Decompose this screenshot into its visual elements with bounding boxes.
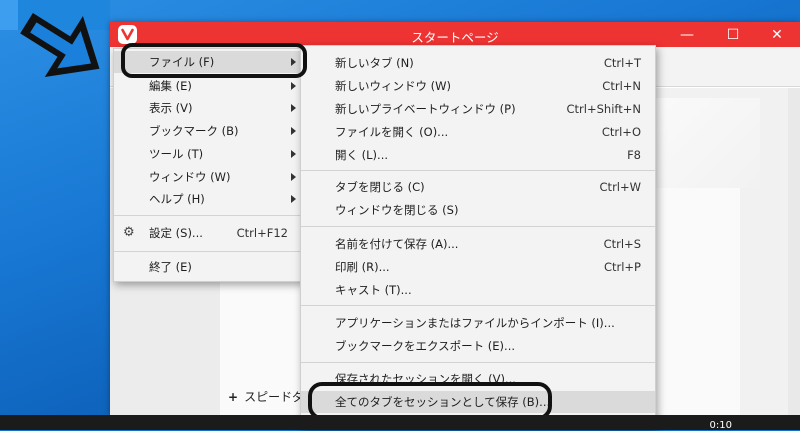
menu-item-label: ブックマーク (B) <box>149 124 239 138</box>
menu-item-export-bookmarks[interactable]: ブックマークをエクスポート (E)... <box>301 335 655 357</box>
gear-icon: ⚙ <box>123 225 135 240</box>
menu-item-shortcut: Ctrl+P <box>603 260 641 274</box>
menu-item-shortcut: Ctrl+S <box>603 237 641 251</box>
menu-item-print[interactable]: 印刷 (R)... Ctrl+P <box>301 256 655 278</box>
submenu-arrow-icon <box>291 195 296 203</box>
plus-icon: + <box>228 390 239 404</box>
menu-item-exit[interactable]: 終了 (E) <box>114 256 302 278</box>
menu-item-shortcut: Ctrl+W <box>599 180 641 194</box>
menu-item-label: キャスト (T)... <box>335 283 412 297</box>
annotation-arrow-icon <box>20 13 100 78</box>
menu-item-settings[interactable]: ⚙ 設定 (S)... Ctrl+F12 <box>114 222 302 244</box>
menu-item-label: 新しいウィンドウ (W) <box>335 79 451 93</box>
menu-item-open[interactable]: 開く (L)... F8 <box>301 144 655 166</box>
menu-item-label: 終了 (E) <box>149 260 192 274</box>
menu-item-label: ウィンドウを閉じる (S) <box>335 203 459 217</box>
close-button[interactable]: ✕ <box>754 22 800 47</box>
menu-item-close-window[interactable]: ウィンドウを閉じる (S) <box>301 199 655 221</box>
menu-item-label: 新しいプライベートウィンドウ (P) <box>335 102 516 116</box>
menu-item-tools[interactable]: ツール (T) <box>114 143 302 165</box>
minimize-button[interactable]: — <box>664 22 710 47</box>
taskbar: 0:10 <box>0 415 800 431</box>
submenu-arrow-icon <box>291 82 296 90</box>
menu-item-shortcut: Ctrl+Shift+N <box>566 102 641 116</box>
menu-item-view[interactable]: 表示 (V) <box>114 97 302 119</box>
submenu-arrow-icon <box>291 150 296 158</box>
menu-separator <box>301 305 655 306</box>
menu-item-label: ツール (T) <box>149 147 204 161</box>
menu-separator <box>301 226 655 227</box>
main-menu: ファイル (F) 編集 (E) 表示 (V) ブックマーク (B) ツール (T… <box>113 48 303 282</box>
menu-separator <box>301 362 655 363</box>
menu-item-label: 表示 (V) <box>149 101 193 115</box>
menu-item-label: 編集 (E) <box>149 79 192 93</box>
submenu-arrow-icon <box>291 127 296 135</box>
menu-separator <box>114 215 302 216</box>
menu-item-label: ファイルを開く (O)... <box>335 125 449 139</box>
menu-item-save-as[interactable]: 名前を付けて保存 (A)... Ctrl+S <box>301 233 655 255</box>
menu-item-new-window[interactable]: 新しいウィンドウ (W) Ctrl+N <box>301 75 655 97</box>
menu-item-edit[interactable]: 編集 (E) <box>114 75 302 97</box>
menu-item-label: ヘルプ (H) <box>149 192 205 206</box>
submenu-arrow-icon <box>291 173 296 181</box>
menu-item-new-tab[interactable]: 新しいタブ (N) Ctrl+T <box>301 52 655 74</box>
vertical-scrollbar[interactable] <box>788 88 800 415</box>
menu-item-help[interactable]: ヘルプ (H) <box>114 188 302 210</box>
annotation-highlight-file <box>121 43 307 78</box>
menu-item-cast[interactable]: キャスト (T)... <box>301 279 655 301</box>
menu-item-shortcut: Ctrl+T <box>603 56 641 70</box>
menu-item-label: 開く (L)... <box>335 148 389 162</box>
menu-item-shortcut: Ctrl+F12 <box>236 226 288 240</box>
menu-item-window[interactable]: ウィンドウ (W) <box>114 166 302 188</box>
maximize-button[interactable]: ☐ <box>710 22 756 47</box>
taskbar-clock[interactable]: 0:10 <box>710 420 732 431</box>
menu-item-label: 新しいタブ (N) <box>335 56 414 70</box>
menu-item-label: 設定 (S)... <box>149 226 203 240</box>
menu-separator <box>301 170 655 171</box>
menu-item-label: ブックマークをエクスポート (E)... <box>335 339 516 353</box>
menu-item-new-private-window[interactable]: 新しいプライベートウィンドウ (P) Ctrl+Shift+N <box>301 98 655 120</box>
menu-item-label: アプリケーションまたはファイルからインポート (I)... <box>335 316 615 330</box>
menu-item-shortcut: F8 <box>627 148 641 162</box>
menu-item-shortcut: Ctrl+O <box>601 125 641 139</box>
menu-separator <box>114 251 302 252</box>
submenu-arrow-icon <box>291 104 296 112</box>
menu-item-open-file[interactable]: ファイルを開く (O)... Ctrl+O <box>301 121 655 143</box>
menu-item-import[interactable]: アプリケーションまたはファイルからインポート (I)... <box>301 312 655 334</box>
menu-item-bookmarks[interactable]: ブックマーク (B) <box>114 120 302 142</box>
menu-item-close-tab[interactable]: タブを閉じる (C) Ctrl+W <box>301 176 655 198</box>
menu-item-label: タブを閉じる (C) <box>335 180 425 194</box>
menu-item-label: 印刷 (R)... <box>335 260 390 274</box>
menu-item-shortcut: Ctrl+N <box>602 79 641 93</box>
file-submenu: 新しいタブ (N) Ctrl+T 新しいウィンドウ (W) Ctrl+N 新しい… <box>300 45 656 430</box>
menu-item-label: ウィンドウ (W) <box>149 170 231 184</box>
menu-item-label: 名前を付けて保存 (A)... <box>335 237 459 251</box>
